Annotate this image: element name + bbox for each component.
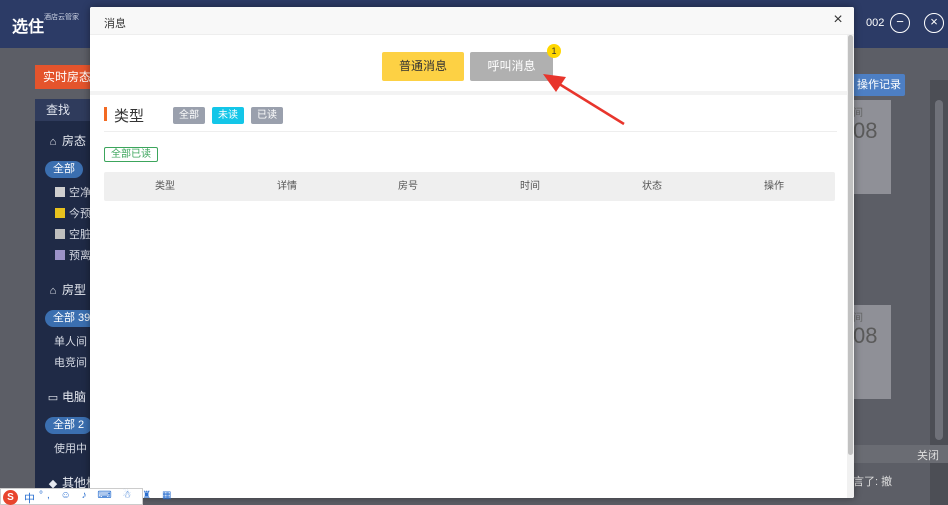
sidebar-section-computer[interactable]: ▭ 电脑 — [47, 388, 86, 405]
message-dialog: 消息 × 普通消息 呼叫消息 1 类型 全部 未读 已读 全部已读 类型 详情 … — [90, 7, 854, 498]
close-app-icon[interactable]: × — [924, 13, 944, 33]
operation-record-button[interactable]: 操作记录 — [853, 74, 905, 96]
tab-separator — [90, 91, 854, 95]
sidebar-section-room-type[interactable]: ⌂ 房型 — [47, 281, 86, 298]
ime-logo-icon[interactable]: S — [3, 490, 18, 505]
room-type-item[interactable]: 电竞间 1 — [54, 354, 95, 370]
app-logo-subtitle: 酒店云管家 — [44, 14, 79, 21]
room-type-item[interactable]: 单人间 1 — [54, 333, 95, 349]
monitor-icon: ▭ — [47, 392, 59, 404]
sidebar: 查找 ⌂ 房态 全部 空净 今预 空脏 预离 ⌂ 房型 全部 39 单人间 1 电竞… — [35, 99, 95, 505]
tab-realtime-room-status[interactable]: 实时房态 — [35, 65, 97, 89]
computer-item[interactable]: 使用中 0 — [54, 440, 95, 456]
app-scrollbar-thumb[interactable] — [935, 100, 943, 440]
type-accent-bar — [104, 107, 107, 121]
filter-all-button[interactable]: 全部 — [173, 107, 205, 124]
user-code[interactable]: 002 — [866, 17, 884, 29]
dialog-header: 消息 × — [90, 7, 854, 35]
message-table-header: 类型 详情 房号 时间 状态 操作 — [104, 172, 835, 201]
room-type-all-pill[interactable]: 全部 39 — [45, 310, 95, 327]
sidebar-section-room-status[interactable]: ⌂ 房态 — [47, 132, 86, 149]
room-status-all-pill[interactable]: 全部 — [45, 161, 83, 178]
status-color-swatch — [55, 250, 65, 260]
mark-all-read-button[interactable]: 全部已读 — [104, 147, 158, 162]
sidebar-search[interactable]: 查找 — [35, 99, 95, 121]
column-header-status: 状态 — [642, 181, 662, 192]
minimize-icon[interactable]: − — [890, 13, 910, 33]
home-icon: ⌂ — [49, 136, 57, 148]
room-card[interactable]: 间 08 — [853, 100, 891, 194]
status-color-swatch — [55, 229, 65, 239]
app-logo: 选住 — [12, 19, 45, 36]
status-item-pre-departure[interactable]: 预离 — [55, 247, 91, 263]
close-icon[interactable]: × — [830, 12, 846, 28]
status-item-dirty[interactable]: 空脏 — [55, 226, 91, 242]
divider — [104, 131, 837, 132]
notification-text: 言了: 撤 — [853, 476, 893, 488]
call-message-badge: 1 — [547, 44, 561, 58]
status-color-swatch — [55, 208, 65, 218]
status-color-swatch — [55, 187, 65, 197]
column-header-details: 详情 — [277, 181, 297, 192]
filter-unread-button[interactable]: 未读 — [212, 107, 244, 124]
status-item-today-reserved[interactable]: 今预 — [55, 205, 91, 221]
column-header-type: 类型 — [155, 181, 175, 192]
column-header-action: 操作 — [764, 181, 784, 192]
room-card[interactable]: 间 08 — [853, 305, 891, 399]
call-message-tab[interactable]: 呼叫消息 — [470, 52, 553, 81]
ime-tool-icons[interactable]: °, ☺ ♪ ⌨ ☃ ♜ ▦ — [39, 490, 175, 501]
notification-close-link[interactable]: 关闭 — [917, 447, 939, 463]
home-icon: ⌂ — [49, 285, 57, 297]
type-heading: 类型 — [114, 108, 145, 125]
status-item-clean[interactable]: 空净 — [55, 184, 91, 200]
column-header-time: 时间 — [520, 181, 540, 192]
dialog-title: 消息 — [104, 18, 126, 30]
column-header-room: 房号 — [398, 181, 418, 192]
normal-message-tab[interactable]: 普通消息 — [382, 52, 464, 81]
computer-all-pill[interactable]: 全部 2 — [45, 417, 93, 434]
dialog-scrollbar-thumb[interactable] — [848, 35, 853, 455]
ime-toolbar: S 中 °, ☺ ♪ ⌨ ☃ ♜ ▦ — [0, 488, 171, 505]
app-scrollbar[interactable] — [930, 80, 948, 505]
dialog-scrollbar[interactable] — [847, 35, 854, 498]
filter-read-button[interactable]: 已读 — [251, 107, 283, 124]
ime-language-toggle[interactable]: 中 — [24, 490, 35, 505]
